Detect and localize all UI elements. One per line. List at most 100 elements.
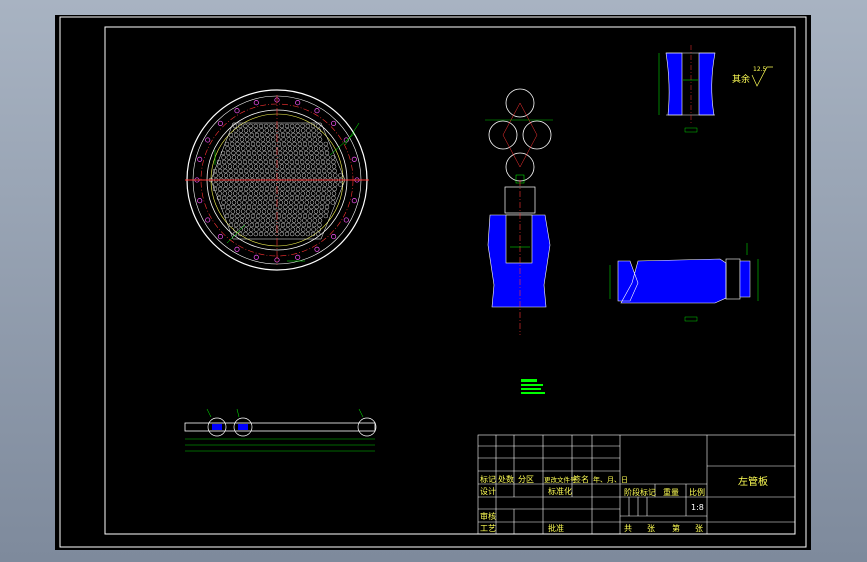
tube-hole — [291, 137, 297, 142]
tube-hole — [222, 191, 228, 196]
tube-hole — [247, 155, 252, 160]
tube-hole — [223, 168, 228, 174]
bolt-hole — [295, 100, 301, 106]
tube-hole — [308, 209, 314, 214]
tube-hole — [287, 209, 293, 214]
tube-hole — [217, 186, 223, 192]
tube-hole — [306, 132, 312, 138]
tube-hole — [338, 173, 343, 178]
side-hatch-1 — [212, 424, 222, 430]
tube-hole — [250, 218, 255, 223]
tb-standardization: 标准化 — [548, 486, 572, 496]
tube-hole — [320, 200, 325, 205]
tube-hole — [238, 168, 244, 174]
tube-hole — [251, 150, 257, 156]
tube-hole — [325, 195, 331, 201]
drawing-canvas[interactable]: 其余 12.5 标记 处数 分区 更改文件号 签名 年、月、日 设计 标准化 阶… — [55, 15, 811, 550]
tube-hole — [313, 146, 319, 151]
tube-hole — [285, 186, 291, 192]
tube-hole — [243, 128, 249, 133]
tube-hole — [253, 191, 259, 196]
pitch-rhombus — [502, 102, 538, 168]
tube-hole — [275, 186, 280, 192]
tube-hole — [259, 222, 265, 228]
tube-hole — [242, 200, 247, 205]
tube-hole — [272, 204, 278, 210]
tube-hole — [269, 191, 274, 196]
tube-hole — [235, 141, 240, 147]
tube-hole — [310, 191, 316, 196]
tube-hole — [237, 195, 243, 201]
tube-hole — [251, 209, 256, 214]
tube-hole — [225, 146, 230, 151]
tube-hole — [298, 150, 304, 156]
tube-hole — [290, 227, 296, 232]
tube-hole — [279, 191, 285, 196]
tube-hole — [251, 204, 257, 210]
tube-hole — [324, 209, 329, 214]
note-line-3 — [521, 388, 541, 390]
tube-hole — [296, 218, 302, 223]
tube-hole — [233, 128, 238, 133]
tube-hole — [217, 168, 223, 174]
tube-hole — [301, 173, 307, 178]
tube-hole — [331, 159, 336, 165]
tube-hole — [311, 128, 316, 133]
tube-hole — [306, 173, 312, 178]
tube-hole — [248, 227, 254, 232]
tube-hole — [289, 231, 295, 237]
tube-hole — [275, 222, 281, 228]
tube-hole — [230, 209, 236, 214]
tube-hole — [316, 191, 321, 196]
tube-hole — [305, 231, 311, 237]
tube-hole — [253, 231, 259, 237]
tube-hole — [272, 209, 277, 214]
tb-reviewer: 审核 — [480, 511, 496, 521]
bolt-hole — [234, 246, 240, 252]
side-groove-end — [725, 258, 741, 300]
tube-hole — [225, 150, 231, 156]
tube-hole — [279, 195, 284, 201]
tube-hole — [288, 150, 293, 156]
tube-hole — [267, 150, 273, 156]
tube-hole — [254, 132, 260, 138]
tube-hole — [274, 231, 279, 237]
bolt-hole — [217, 120, 223, 126]
tube-hole — [309, 150, 314, 156]
tube-hole — [295, 123, 300, 129]
tube-hole — [311, 186, 317, 192]
tube-hole — [287, 141, 292, 147]
tube-hole — [281, 213, 287, 219]
tube-hole — [282, 209, 288, 214]
tube-hole — [270, 132, 275, 138]
tube-hole — [314, 150, 319, 156]
bolt-hole — [205, 217, 211, 223]
tube-hole-bore — [505, 214, 533, 264]
title-block-text: 标记 处数 分区 更改文件号 签名 年、月、日 设计 标准化 阶段标记 重量 比… — [480, 474, 768, 533]
tube-hole — [284, 231, 290, 237]
tube-hole — [265, 222, 270, 228]
tube-hole — [284, 123, 290, 129]
tube-hole — [247, 159, 253, 165]
tube-hole — [325, 159, 331, 165]
tube-hole — [306, 227, 311, 232]
tube-hole — [255, 141, 261, 147]
tube-hole — [254, 186, 259, 192]
tube-hole — [266, 209, 272, 214]
tube-hole — [295, 168, 301, 174]
tube-hole — [258, 164, 264, 169]
tb-approve: 批准 — [548, 523, 564, 533]
tube-hole — [242, 155, 247, 160]
tube-hole — [293, 150, 299, 156]
tube-hole — [294, 155, 299, 160]
tube-hole — [313, 209, 319, 214]
tube-hole — [264, 227, 270, 232]
tube-hole — [321, 164, 326, 169]
tube-hole — [286, 218, 292, 223]
tube-hole — [290, 164, 295, 169]
tubesheet-front-view — [185, 89, 369, 271]
tube-hole — [239, 222, 244, 228]
tb-signature: 签名 — [573, 474, 589, 484]
tube-hole — [317, 173, 322, 178]
tube-layout-hexagon — [210, 122, 346, 240]
